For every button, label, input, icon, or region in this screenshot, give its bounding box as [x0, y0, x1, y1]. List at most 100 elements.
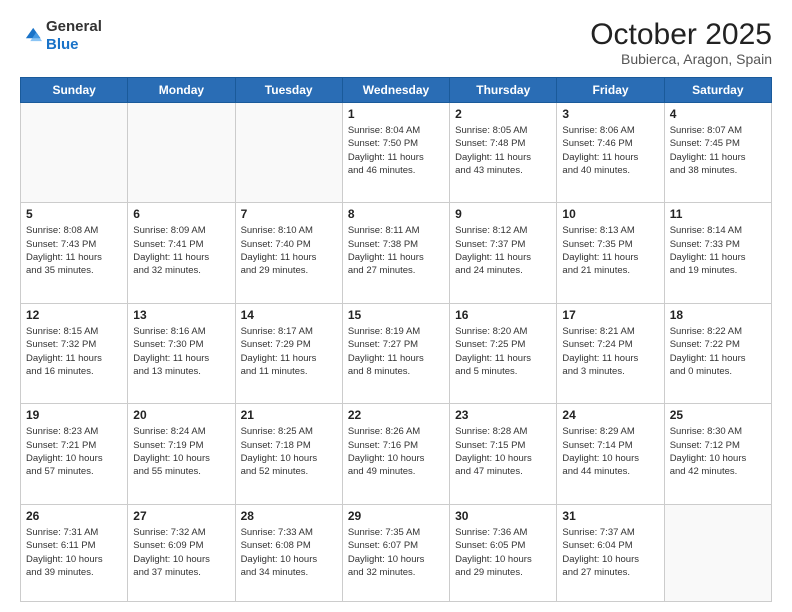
calendar-cell: 1Sunrise: 8:04 AM Sunset: 7:50 PM Daylig…: [342, 103, 449, 203]
header: General Blue October 2025 Bubierca, Arag…: [20, 18, 772, 67]
day-info: Sunrise: 8:08 AM Sunset: 7:43 PM Dayligh…: [26, 224, 122, 277]
day-info: Sunrise: 8:11 AM Sunset: 7:38 PM Dayligh…: [348, 224, 444, 277]
day-number: 30: [455, 509, 551, 523]
day-number: 29: [348, 509, 444, 523]
calendar-cell: 21 Sunrise: 8:25 AM Sunset: 7:18 PM Dayli…: [235, 404, 342, 504]
logo-general: General: [46, 18, 102, 35]
day-number: 14: [241, 308, 337, 322]
calendar-cell: [664, 504, 771, 601]
day-number: 21: [241, 408, 337, 422]
calendar-cell: 8 Sunrise: 8:11 AM Sunset: 7:38 PM Daylig…: [342, 203, 449, 303]
calendar-week-row: 26Sunrise: 7:31 AM Sunset: 6:11 PM Dayli…: [21, 504, 772, 601]
day-info: Sunrise: 8:04 AM Sunset: 7:50 PM Dayligh…: [348, 124, 444, 177]
calendar-cell: 29 Sunrise: 7:35 AM Sunset: 6:07 PM Dayli…: [342, 504, 449, 601]
calendar-cell: 26Sunrise: 7:31 AM Sunset: 6:11 PM Dayli…: [21, 504, 128, 601]
calendar-cell: 30 Sunrise: 7:36 AM Sunset: 6:05 PM Dayli…: [450, 504, 557, 601]
calendar-cell: 17 Sunrise: 8:21 AM Sunset: 7:24 PM Dayli…: [557, 303, 664, 403]
month-title: October 2025: [590, 18, 772, 51]
day-number: 11: [670, 207, 766, 221]
day-info: Sunrise: 8:29 AM Sunset: 7:14 PM Dayligh…: [562, 425, 658, 478]
day-info: Sunrise: 8:19 AM Sunset: 7:27 PM Dayligh…: [348, 325, 444, 378]
day-info: Sunrise: 8:30 AM Sunset: 7:12 PM Dayligh…: [670, 425, 766, 478]
calendar-cell: 19Sunrise: 8:23 AM Sunset: 7:21 PM Dayli…: [21, 404, 128, 504]
weekday-header: Tuesday: [235, 78, 342, 103]
day-number: 27: [133, 509, 229, 523]
day-number: 3: [562, 107, 658, 121]
day-info: Sunrise: 8:26 AM Sunset: 7:16 PM Dayligh…: [348, 425, 444, 478]
logo-blue: Blue: [46, 36, 79, 53]
day-number: 16: [455, 308, 551, 322]
calendar-cell: [128, 103, 235, 203]
calendar-cell: 4Sunrise: 8:07 AM Sunset: 7:45 PM Daylig…: [664, 103, 771, 203]
day-info: Sunrise: 8:16 AM Sunset: 7:30 PM Dayligh…: [133, 325, 229, 378]
day-number: 9: [455, 207, 551, 221]
day-info: Sunrise: 7:31 AM Sunset: 6:11 PM Dayligh…: [26, 526, 122, 579]
day-number: 28: [241, 509, 337, 523]
day-number: 25: [670, 408, 766, 422]
calendar-cell: 6Sunrise: 8:09 AM Sunset: 7:41 PM Daylig…: [128, 203, 235, 303]
day-info: Sunrise: 8:15 AM Sunset: 7:32 PM Dayligh…: [26, 325, 122, 378]
weekday-header: Monday: [128, 78, 235, 103]
calendar-week-row: 1Sunrise: 8:04 AM Sunset: 7:50 PM Daylig…: [21, 103, 772, 203]
calendar-cell: [235, 103, 342, 203]
day-number: 31: [562, 509, 658, 523]
calendar-week-row: 12 Sunrise: 8:15 AM Sunset: 7:32 PM Dayli…: [21, 303, 772, 403]
day-number: 12: [26, 308, 122, 322]
day-info: Sunrise: 7:35 AM Sunset: 6:07 PM Dayligh…: [348, 526, 444, 579]
calendar-cell: 10 Sunrise: 8:13 AM Sunset: 7:35 PM Dayli…: [557, 203, 664, 303]
calendar-cell: 5 Sunrise: 8:08 AM Sunset: 7:43 PM Daylig…: [21, 203, 128, 303]
calendar-cell: 31 Sunrise: 7:37 AM Sunset: 6:04 PM Dayli…: [557, 504, 664, 601]
calendar-week-row: 19Sunrise: 8:23 AM Sunset: 7:21 PM Dayli…: [21, 404, 772, 504]
day-info: Sunrise: 8:23 AM Sunset: 7:21 PM Dayligh…: [26, 425, 122, 478]
day-number: 7: [241, 207, 337, 221]
calendar-cell: 9 Sunrise: 8:12 AM Sunset: 7:37 PM Daylig…: [450, 203, 557, 303]
calendar-cell: 16 Sunrise: 8:20 AM Sunset: 7:25 PM Dayli…: [450, 303, 557, 403]
day-info: Sunrise: 8:10 AM Sunset: 7:40 PM Dayligh…: [241, 224, 337, 277]
weekday-header: Saturday: [664, 78, 771, 103]
day-number: 15: [348, 308, 444, 322]
calendar-week-row: 5 Sunrise: 8:08 AM Sunset: 7:43 PM Daylig…: [21, 203, 772, 303]
day-info: Sunrise: 8:09 AM Sunset: 7:41 PM Dayligh…: [133, 224, 229, 277]
day-info: Sunrise: 8:22 AM Sunset: 7:22 PM Dayligh…: [670, 325, 766, 378]
day-number: 13: [133, 308, 229, 322]
day-info: Sunrise: 8:12 AM Sunset: 7:37 PM Dayligh…: [455, 224, 551, 277]
calendar-cell: [21, 103, 128, 203]
day-number: 22: [348, 408, 444, 422]
day-info: Sunrise: 8:20 AM Sunset: 7:25 PM Dayligh…: [455, 325, 551, 378]
calendar-cell: 3Sunrise: 8:06 AM Sunset: 7:46 PM Daylig…: [557, 103, 664, 203]
calendar-cell: 2 Sunrise: 8:05 AM Sunset: 7:48 PM Daylig…: [450, 103, 557, 203]
calendar-cell: 28Sunrise: 7:33 AM Sunset: 6:08 PM Dayli…: [235, 504, 342, 601]
calendar-cell: 18 Sunrise: 8:22 AM Sunset: 7:22 PM Dayli…: [664, 303, 771, 403]
day-number: 5: [26, 207, 122, 221]
day-info: Sunrise: 8:17 AM Sunset: 7:29 PM Dayligh…: [241, 325, 337, 378]
day-info: Sunrise: 8:21 AM Sunset: 7:24 PM Dayligh…: [562, 325, 658, 378]
day-info: Sunrise: 8:05 AM Sunset: 7:48 PM Dayligh…: [455, 124, 551, 177]
calendar-cell: 25 Sunrise: 8:30 AM Sunset: 7:12 PM Dayli…: [664, 404, 771, 504]
page: General Blue October 2025 Bubierca, Arag…: [0, 0, 792, 612]
calendar-cell: 23Sunrise: 8:28 AM Sunset: 7:15 PM Dayli…: [450, 404, 557, 504]
day-info: Sunrise: 8:25 AM Sunset: 7:18 PM Dayligh…: [241, 425, 337, 478]
calendar-cell: 27Sunrise: 7:32 AM Sunset: 6:09 PM Dayli…: [128, 504, 235, 601]
calendar-cell: 13 Sunrise: 8:16 AM Sunset: 7:30 PM Dayli…: [128, 303, 235, 403]
weekday-header: Thursday: [450, 78, 557, 103]
day-number: 8: [348, 207, 444, 221]
day-info: Sunrise: 7:37 AM Sunset: 6:04 PM Dayligh…: [562, 526, 658, 579]
day-info: Sunrise: 8:14 AM Sunset: 7:33 PM Dayligh…: [670, 224, 766, 277]
calendar-cell: 15 Sunrise: 8:19 AM Sunset: 7:27 PM Dayli…: [342, 303, 449, 403]
day-number: 23: [455, 408, 551, 422]
location-title: Bubierca, Aragon, Spain: [590, 51, 772, 67]
calendar-table: SundayMondayTuesdayWednesdayThursdayFrid…: [20, 77, 772, 602]
day-number: 2: [455, 107, 551, 121]
calendar-cell: 11 Sunrise: 8:14 AM Sunset: 7:33 PM Dayli…: [664, 203, 771, 303]
calendar-cell: 7 Sunrise: 8:10 AM Sunset: 7:40 PM Daylig…: [235, 203, 342, 303]
day-number: 18: [670, 308, 766, 322]
day-info: Sunrise: 7:36 AM Sunset: 6:05 PM Dayligh…: [455, 526, 551, 579]
day-number: 4: [670, 107, 766, 121]
calendar-cell: 14 Sunrise: 8:17 AM Sunset: 7:29 PM Dayli…: [235, 303, 342, 403]
day-number: 17: [562, 308, 658, 322]
title-block: October 2025 Bubierca, Aragon, Spain: [590, 18, 772, 67]
day-number: 20: [133, 408, 229, 422]
weekday-header: Friday: [557, 78, 664, 103]
day-number: 10: [562, 207, 658, 221]
day-info: Sunrise: 8:13 AM Sunset: 7:35 PM Dayligh…: [562, 224, 658, 277]
